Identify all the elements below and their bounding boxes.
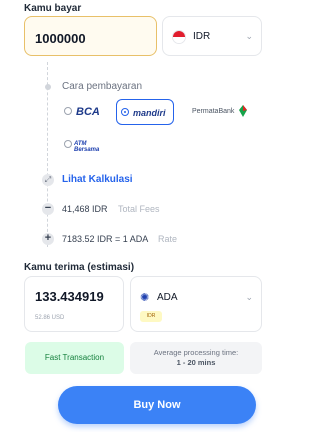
radio-icon <box>64 107 72 115</box>
rate-label: Rate <box>158 234 178 244</box>
receive-label: Kamu terima (estimasi) <box>24 262 135 273</box>
indonesia-flag-icon <box>172 30 186 44</box>
expand-icon: ⤢ <box>42 174 54 186</box>
bank-option-bca[interactable]: BCA <box>60 99 113 125</box>
payment-method-label: Cara pembayaran <box>62 81 143 92</box>
bank-name-bca: BCA <box>76 106 100 118</box>
bank-option-mandiri[interactable]: mandiri <box>116 99 174 125</box>
radio-selected-icon <box>121 108 129 116</box>
receive-coin-select[interactable]: ✺ ADA IDR ⌄ <box>130 276 262 332</box>
timeline-dot <box>45 84 51 90</box>
pay-currency-select[interactable]: IDR ⌄ <box>162 16 262 56</box>
total-fees-value: 41,468 IDR <box>62 204 108 214</box>
pay-amount-input[interactable]: 1000000 <box>24 16 157 56</box>
view-calculation-link[interactable]: Lihat Kalkulasi <box>62 174 133 185</box>
cardano-icon: ✺ <box>140 292 150 304</box>
pay-currency-code: IDR <box>193 31 211 42</box>
pay-label: Kamu bayar <box>24 3 82 14</box>
plus-icon: + <box>42 233 54 245</box>
bank-name-atm-bersama: ATM Bersama <box>74 141 100 153</box>
receive-amount-field[interactable]: 133.434919 52.86 USD <box>24 276 124 332</box>
fast-transaction-badge: Fast Transaction <box>25 342 124 374</box>
receive-usd-value: 52.86 USD <box>35 315 65 321</box>
receive-coin-code: ADA <box>157 292 178 303</box>
pay-amount-value: 1000000 <box>35 31 86 46</box>
total-fees-label: Total Fees <box>118 204 160 214</box>
processing-time-info: Average processing time: 1 - 20 mins <box>130 342 262 374</box>
bank-name-mandiri: mandiri <box>133 108 166 118</box>
bank-option-atm-bersama[interactable]: ATM Bersama <box>60 132 102 158</box>
bank-name-permata: PermataBank <box>192 108 235 115</box>
network-badge: IDR <box>140 311 162 322</box>
chevron-down-icon: ⌄ <box>245 31 253 41</box>
receive-amount-value: 133.434919 <box>35 289 104 304</box>
buy-now-button[interactable]: Buy Now <box>58 386 256 424</box>
rate-value: 7183.52 IDR = 1 ADA <box>62 234 149 244</box>
permata-leaf-icon <box>239 105 247 117</box>
minus-icon: − <box>42 203 54 215</box>
processing-time-title: Average processing time: <box>153 348 239 357</box>
radio-icon <box>64 140 72 148</box>
bank-option-permata[interactable]: PermataBank <box>178 99 250 125</box>
chevron-down-icon: ⌄ <box>245 292 253 302</box>
processing-time-value: 1 - 20 mins <box>176 358 216 367</box>
